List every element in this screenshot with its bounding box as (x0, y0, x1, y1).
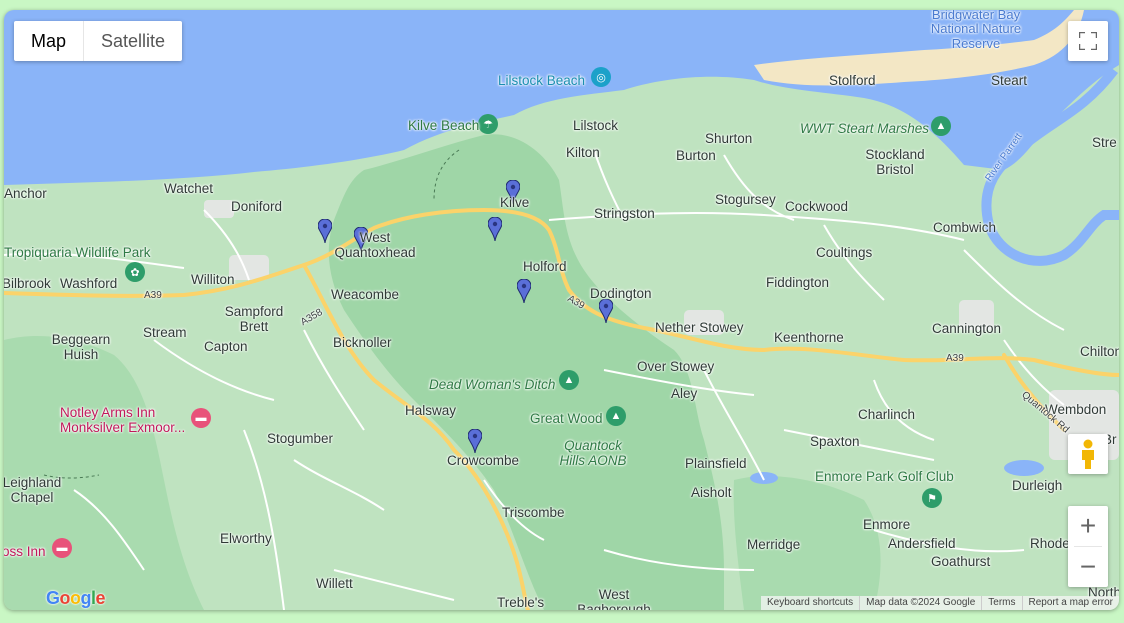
map-marker[interactable] (599, 299, 613, 323)
map-type-satellite-button[interactable]: Satellite (84, 21, 182, 61)
label-triscombe: Triscombe (502, 505, 565, 520)
label-west-quantoxhead: West Quantoxhead (334, 230, 416, 260)
label-sampford-brett: Sampford Brett (224, 304, 284, 334)
label-combwich: Combwich (933, 220, 997, 235)
label-notley-arms[interactable]: Notley Arms Inn Monksilver Exmoor... (60, 405, 190, 436)
label-wwt-steart[interactable]: WWT Steart Marshes (800, 121, 929, 137)
label-cannington: Cannington (932, 321, 1002, 336)
label-doniford: Doniford (231, 199, 283, 214)
label-dead-womans-ditch[interactable]: Dead Woman's Ditch (429, 377, 555, 393)
map-marker[interactable] (517, 279, 531, 303)
zoom-in-button[interactable]: + (1068, 506, 1108, 546)
tree-icon[interactable]: ▲ (606, 406, 626, 426)
label-holford: Holford (523, 259, 567, 274)
label-crowcombe: Crowcombe (447, 453, 520, 468)
road-label-a39: A39 (946, 353, 964, 364)
label-stockland-bristol: Stockland Bristol (865, 147, 925, 177)
label-nether-stowey: Nether Stowey (655, 320, 744, 335)
label-kilve: Kilve (500, 195, 530, 210)
road-label-a39: A39 (144, 290, 162, 301)
label-kilve-beach[interactable]: Kilve Beach (408, 118, 479, 134)
label-stogursey: Stogursey (715, 192, 776, 207)
label-stolford: Stolford (829, 73, 876, 88)
label-bridgwater-bay: Bridgwater Bay National Nature Reserve (930, 10, 1022, 51)
keyboard-shortcuts-link[interactable]: Keyboard shortcuts (761, 596, 859, 610)
label-steart: Steart (991, 73, 1028, 88)
label-capton: Capton (204, 339, 248, 354)
map-marker[interactable] (488, 217, 502, 241)
label-fiddington: Fiddington (766, 275, 830, 290)
label-aley: Aley (671, 386, 698, 401)
label-durleigh: Durleigh (1012, 478, 1063, 493)
golf-icon[interactable]: ⚑ (922, 488, 942, 508)
label-quantock-hills[interactable]: Quantock Hills AONB (558, 438, 628, 469)
google-logo[interactable]: Google (46, 588, 106, 609)
paw-icon[interactable]: ✿ (125, 262, 145, 282)
label-trebles: Treble's (497, 595, 545, 610)
label-bilbrook: Bilbrook (4, 276, 51, 291)
beach-icon[interactable]: ☂ (478, 114, 498, 134)
hotel-icon[interactable]: ▬ (191, 408, 211, 428)
label-keenthorne: Keenthorne (774, 330, 844, 345)
label-great-wood[interactable]: Great Wood (530, 411, 603, 427)
label-anchor: Anchor (4, 186, 47, 201)
fullscreen-icon (1079, 32, 1097, 50)
hotel-icon[interactable]: ▬ (52, 538, 72, 558)
zoom-control: + − (1068, 506, 1108, 587)
map-frame[interactable]: ◎ ☂ ▲ ✿ ▲ ▲ ▬ ⚑ ▬ Bridgwater Bay Nationa… (4, 10, 1119, 610)
label-shurton: Shurton (705, 131, 753, 146)
label-dodington: Dodington (590, 286, 652, 301)
label-bicknoller: Bicknoller (333, 335, 392, 350)
label-enmore-golf[interactable]: Enmore Park Golf Club (815, 469, 954, 485)
label-stre: Stre (1092, 135, 1117, 150)
label-halsway: Halsway (405, 403, 457, 418)
label-watchet: Watchet (164, 181, 214, 196)
label-plainsfield: Plainsfield (685, 456, 747, 471)
label-charlinch: Charlinch (858, 407, 916, 422)
label-andersfield: Andersfield (888, 536, 956, 551)
label-coultings: Coultings (816, 245, 873, 260)
street-view-pegman-button[interactable] (1068, 434, 1108, 474)
map-marker[interactable] (468, 429, 482, 453)
label-stringston: Stringston (594, 206, 655, 221)
map-footer: Keyboard shortcuts Map data ©2024 Google… (760, 596, 1119, 610)
label-merridge: Merridge (747, 537, 801, 552)
label-stream: Stream (143, 325, 187, 340)
label-kilton: Kilton (566, 145, 600, 160)
label-willett: Willett (316, 576, 353, 591)
label-chilton: Chilton (1080, 344, 1119, 359)
report-map-error-link[interactable]: Report a map error (1021, 596, 1119, 610)
tree-icon[interactable]: ▲ (931, 116, 951, 136)
label-aisholt: Aisholt (691, 485, 732, 500)
label-williton: Williton (191, 272, 235, 287)
tree-icon[interactable]: ▲ (559, 370, 579, 390)
label-enmore: Enmore (863, 517, 911, 532)
label-elworthy: Elworthy (220, 531, 272, 546)
zoom-out-button[interactable]: − (1068, 547, 1108, 587)
map-type-map-button[interactable]: Map (14, 21, 85, 61)
label-tropiquaria[interactable]: Tropiquaria Wildlife Park (4, 245, 151, 261)
label-goathurst: Goathurst (931, 554, 991, 569)
label-lilstock: Lilstock (573, 118, 619, 133)
label-beggearn-huish: Beggearn Huish (51, 332, 111, 362)
label-washford: Washford (60, 276, 118, 291)
label-oss-inn[interactable]: oss Inn (4, 544, 46, 560)
label-weacombe: Weacombe (331, 287, 400, 302)
map-type-control: Map Satellite (14, 21, 183, 61)
map-data-text: Map data ©2024 Google (859, 596, 981, 610)
label-cockwood: Cockwood (785, 199, 849, 214)
label-burton: Burton (676, 148, 716, 163)
google-logo-text: Google (46, 588, 106, 608)
pegman-icon (1082, 439, 1094, 469)
label-stogumber: Stogumber (267, 431, 334, 446)
label-over-stowey: Over Stowey (637, 359, 715, 374)
label-lilstock-beach[interactable]: Lilstock Beach (498, 73, 585, 89)
terms-link[interactable]: Terms (981, 596, 1021, 610)
label-rhode: Rhode (1030, 536, 1070, 551)
label-spaxton: Spaxton (810, 434, 860, 449)
camera-icon[interactable]: ◎ (591, 67, 611, 87)
fullscreen-button[interactable] (1068, 21, 1108, 61)
label-west-bagborough: West Bagborough (577, 587, 651, 610)
label-leighland-chapel: Leighland Chapel (4, 475, 62, 505)
